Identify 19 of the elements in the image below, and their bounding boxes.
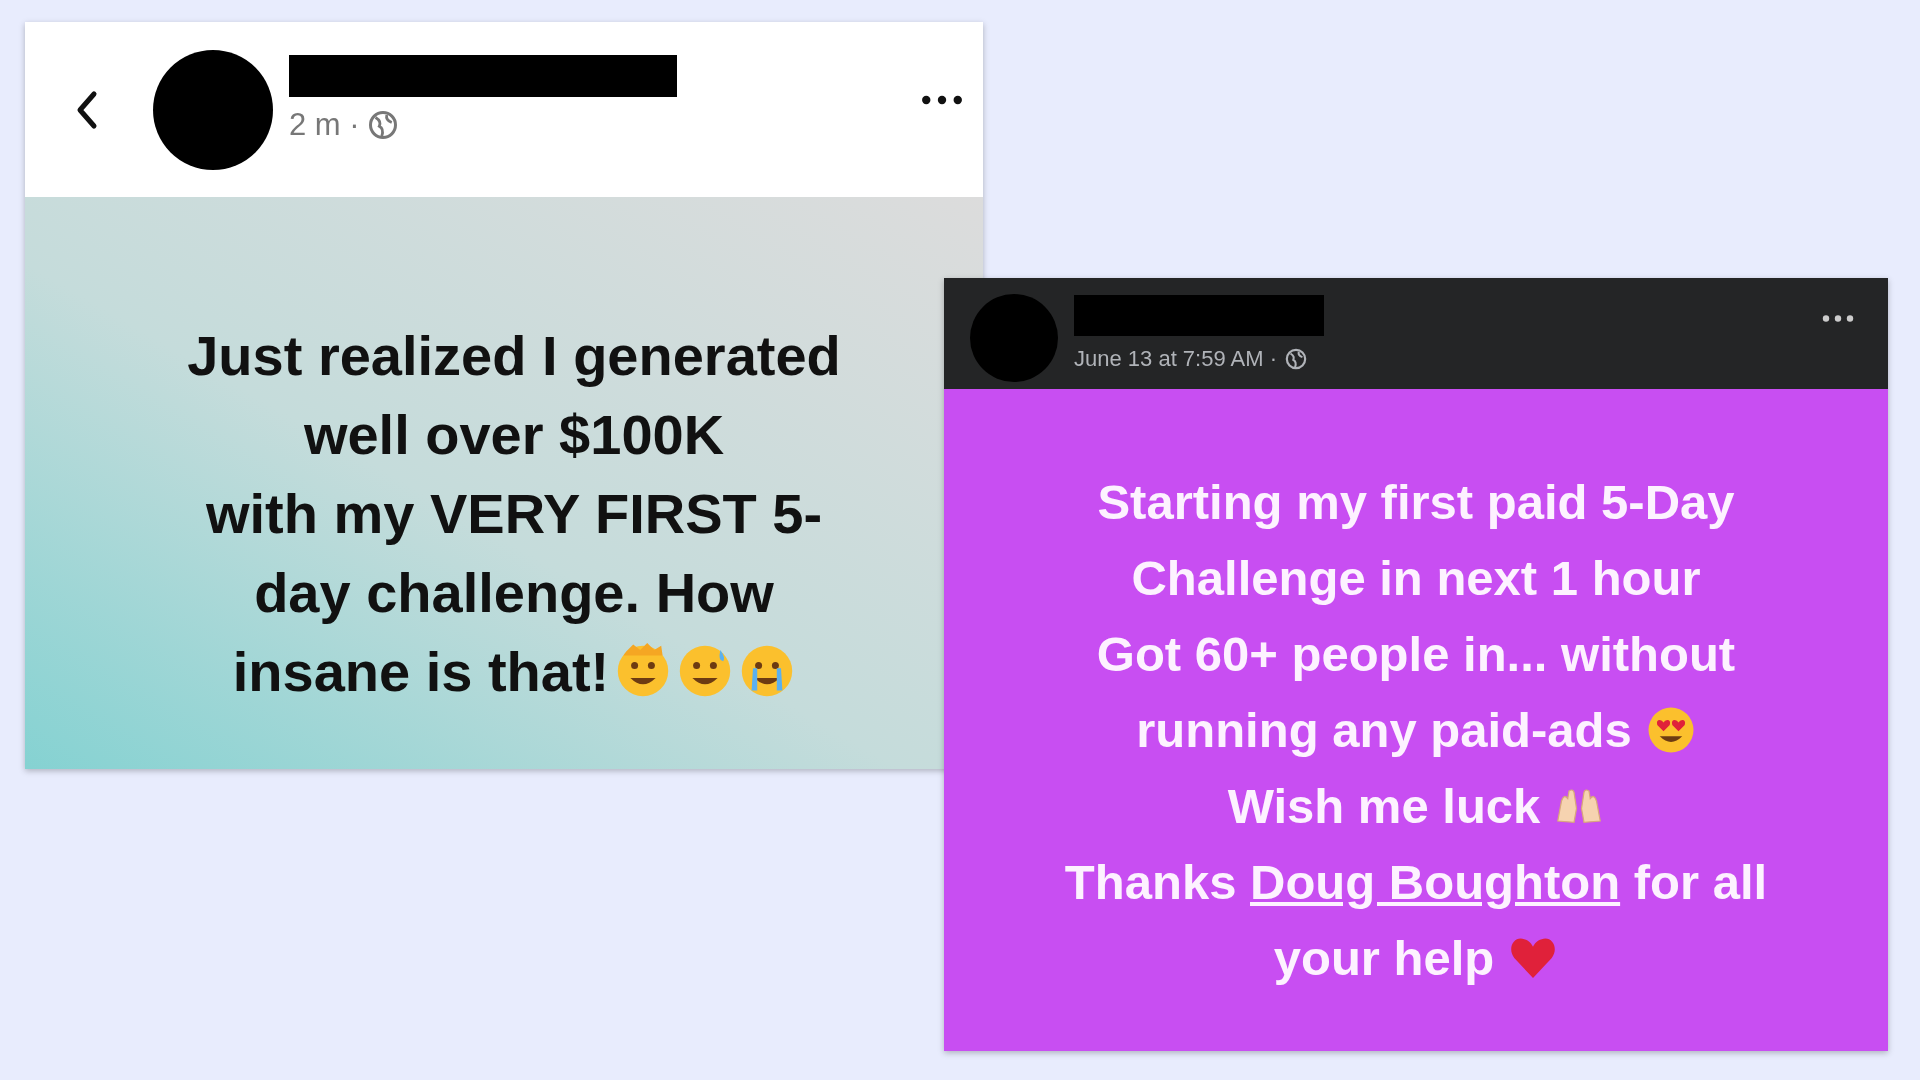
post-time: 2 m · <box>289 106 360 143</box>
post-time: June 13 at 7:59 AM · <box>1074 346 1278 372</box>
more-options-icon[interactable] <box>1822 314 1854 323</box>
post-text-line: your help <box>1273 930 1495 987</box>
post-text-line: day challenge. How <box>254 559 774 626</box>
post-text-line: Just realized I generated <box>187 322 841 389</box>
post-text-line: Wish me luck <box>1227 778 1541 835</box>
post-text-line: Starting my first paid 5-Day <box>1097 474 1735 531</box>
post-text-line: Got 60+ people in... without <box>1096 626 1736 683</box>
post-text-line: running any paid-ads <box>1136 702 1632 759</box>
post-text-line: insane is that! <box>232 638 610 705</box>
more-options-icon[interactable] <box>921 93 963 106</box>
globe-icon <box>367 109 398 140</box>
post-text-line: Challenge in next 1 hour <box>1131 550 1701 607</box>
globe-icon <box>1285 348 1308 370</box>
post-text-line: well over $100K <box>303 401 725 468</box>
post-text-line: Thanks Doug Boughton for all <box>1064 854 1768 911</box>
profile-link[interactable]: Doug Boughton <box>1250 855 1621 909</box>
post-text-line: with my VERY FIRST 5- <box>205 480 823 547</box>
